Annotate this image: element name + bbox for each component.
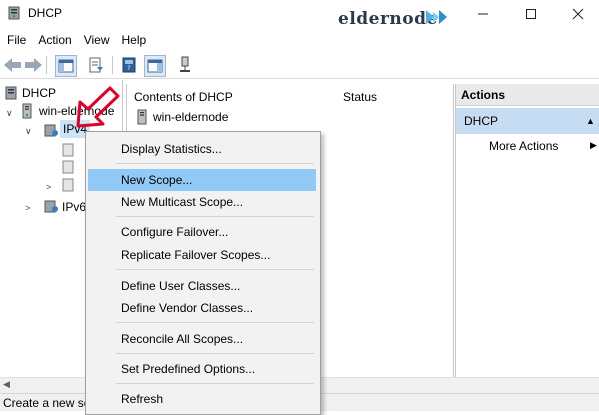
chevron-right-icon[interactable]: > xyxy=(46,182,51,192)
close-button[interactable] xyxy=(555,0,599,28)
column-header-status[interactable]: Status xyxy=(343,90,377,104)
content-row-server[interactable]: win-eldernode xyxy=(153,108,228,126)
actions-section-dhcp[interactable]: DHCP ▲ xyxy=(456,108,599,134)
forward-arrow-icon[interactable] xyxy=(23,55,43,75)
folder-icon xyxy=(62,143,76,157)
chevron-up-icon[interactable]: ▲ xyxy=(586,108,595,134)
minimize-button[interactable] xyxy=(460,0,506,28)
tree-item-ipv6[interactable]: IPv6 xyxy=(62,198,86,216)
menu-display-statistics[interactable]: Display Statistics... xyxy=(88,138,316,160)
menu-configure-failover[interactable]: Configure Failover... xyxy=(88,221,316,243)
menu-view[interactable]: View xyxy=(78,31,116,49)
actions-section-label: DHCP xyxy=(464,114,499,128)
menu-new-scope[interactable]: New Scope... xyxy=(88,169,316,191)
chevron-down-icon[interactable]: ∨ xyxy=(6,108,13,119)
show-hide-action-pane-icon[interactable] xyxy=(144,55,166,77)
more-actions-link[interactable]: More Actions xyxy=(489,139,558,153)
server-icon[interactable] xyxy=(175,55,195,75)
menu-new-multicast-scope[interactable]: New Multicast Scope... xyxy=(88,191,316,213)
menu-define-vendor-classes[interactable]: Define Vendor Classes... xyxy=(88,297,316,319)
dhcp-root-icon xyxy=(4,86,18,100)
chevron-down-icon[interactable]: ∨ xyxy=(25,126,32,137)
folder-icon xyxy=(62,178,76,192)
menu-define-user-classes[interactable]: Define User Classes... xyxy=(88,275,316,297)
help-icon[interactable]: ? xyxy=(119,55,139,75)
console-tree-icon[interactable] xyxy=(55,55,77,77)
export-list-icon[interactable] xyxy=(86,55,106,75)
maximize-button[interactable] xyxy=(508,0,554,28)
menu-reconcile-all-scopes[interactable]: Reconcile All Scopes... xyxy=(88,328,316,350)
server-node-icon xyxy=(136,109,150,125)
actions-header: Actions xyxy=(456,84,599,106)
chevron-right-icon: ▶ xyxy=(590,140,597,150)
ipv6-node-icon xyxy=(43,198,58,213)
ipv4-node-icon xyxy=(43,122,58,137)
menu-action[interactable]: Action xyxy=(32,31,77,49)
column-header-contents[interactable]: Contents of DHCP xyxy=(134,90,233,104)
menu-set-predefined-options[interactable]: Set Predefined Options... xyxy=(88,358,316,380)
menu-bar: File Action View Help xyxy=(0,31,152,49)
annotation-arrow-icon xyxy=(74,86,124,133)
chevron-right-icon[interactable]: > xyxy=(25,203,30,213)
server-node-icon xyxy=(21,103,35,119)
watermark-arrows-icon xyxy=(426,10,452,27)
menu-refresh[interactable]: Refresh xyxy=(88,388,316,410)
watermark-logo: eldernode xyxy=(338,9,438,29)
menu-replicate-failover-scopes[interactable]: Replicate Failover Scopes... xyxy=(88,244,316,266)
actions-pane: Actions DHCP ▲ More Actions ▶ xyxy=(455,84,599,377)
dhcp-app-icon xyxy=(7,6,21,20)
toolbar: ? xyxy=(0,52,599,79)
context-menu: Display Statistics... New Scope... New M… xyxy=(85,131,321,415)
tree-item-dhcp[interactable]: DHCP xyxy=(22,84,56,102)
folder-icon xyxy=(62,160,76,174)
scroll-left-icon[interactable]: ◀ xyxy=(3,379,10,390)
window-title: DHCP xyxy=(28,6,63,20)
back-arrow-icon[interactable] xyxy=(3,55,23,75)
menu-help[interactable]: Help xyxy=(116,31,153,49)
svg-text:?: ? xyxy=(127,65,130,72)
menu-file[interactable]: File xyxy=(0,31,32,49)
